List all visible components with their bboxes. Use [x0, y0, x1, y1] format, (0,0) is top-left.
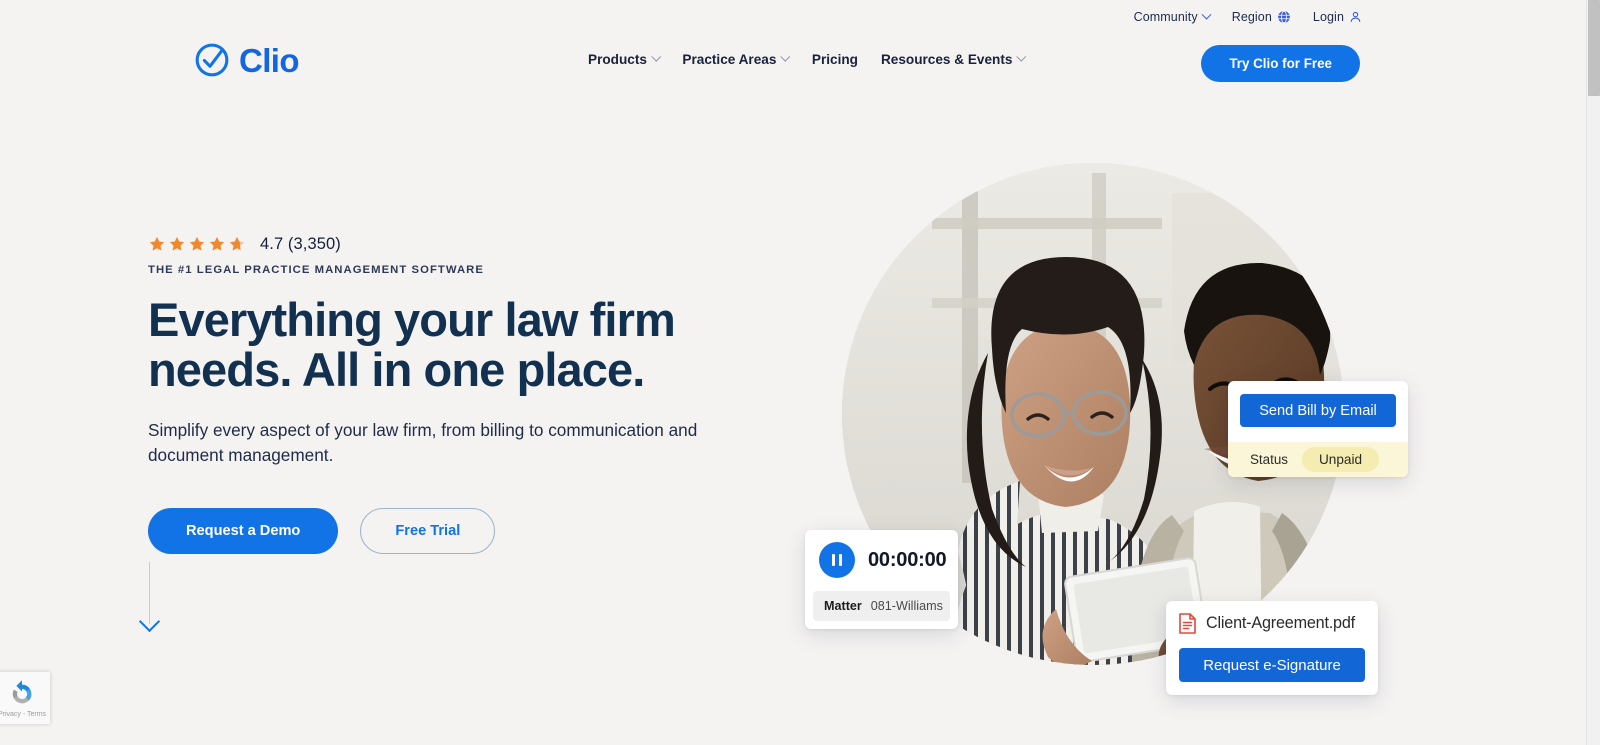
page-title: Everything your law firm needs. All in o…: [148, 293, 676, 397]
matter-row: Matter 081-Williams: [813, 591, 950, 621]
nav-item-resources-events[interactable]: Resources & Events: [880, 52, 1027, 67]
logo-wordmark: Clio: [239, 41, 300, 79]
nav-item-products[interactable]: Products: [588, 52, 661, 67]
vertical-scrollbar[interactable]: [1586, 0, 1600, 745]
clio-logo[interactable]: Clio: [194, 41, 300, 79]
clio-check-circle-icon: [194, 42, 230, 78]
rating-row: 4.7 (3,350): [148, 232, 788, 256]
site-header: Clio Products Practice Areas Pricing Res…: [0, 40, 1586, 88]
recaptcha-badge[interactable]: Privacy - Terms: [0, 672, 50, 724]
chevron-down-icon: [138, 610, 161, 633]
globe-icon: [1277, 10, 1291, 24]
main-navigation: Products Practice Areas Pricing Resource…: [588, 52, 1027, 67]
nav-item-label: Products: [588, 52, 647, 67]
recaptcha-icon: [7, 679, 37, 709]
request-a-demo-button[interactable]: Request a Demo: [148, 508, 339, 555]
matter-value: 081-Williams: [870, 599, 943, 613]
utility-item-region[interactable]: Region: [1232, 10, 1291, 24]
utility-item-label: Community: [1133, 10, 1198, 24]
document-row: Client-Agreement.pdf: [1179, 613, 1365, 634]
page-root: Community Region Login Clio Products Pra…: [0, 0, 1586, 745]
chevron-down-icon: [1201, 9, 1212, 20]
utility-item-community[interactable]: Community: [1133, 9, 1212, 24]
document-card: Client-Agreement.pdf Request e-Signature: [1166, 601, 1378, 695]
bill-status-row: Status Unpaid: [1228, 442, 1408, 477]
bill-status-label: Status: [1250, 452, 1288, 467]
star-rating: [148, 235, 246, 253]
status-badge: Unpaid: [1301, 447, 1380, 472]
pause-bar-right: [838, 554, 843, 566]
send-bill-card: Send Bill by Email Status Unpaid: [1228, 381, 1408, 477]
hero-buttons: Request a Demo Free Trial: [148, 508, 788, 555]
nav-item-label: Pricing: [811, 52, 858, 67]
try-clio-for-free-button[interactable]: Try Clio for Free: [1201, 45, 1360, 82]
user-icon: [1349, 10, 1362, 24]
pause-bar-left: [831, 554, 836, 566]
nav-item-practice-areas[interactable]: Practice Areas: [682, 52, 791, 67]
star-icon: [149, 236, 165, 251]
timer-value: 00:00:00: [868, 548, 947, 571]
timer-card: 00:00:00 Matter 081-Williams: [805, 530, 958, 629]
chevron-down-icon: [651, 52, 661, 62]
nav-item-label: Practice Areas: [682, 52, 777, 67]
hero-content: 4.7 (3,350) THE #1 LEGAL PRACTICE MANAGE…: [148, 232, 788, 555]
star-icon: [189, 236, 205, 251]
star-icon: [209, 236, 225, 251]
nav-item-label: Resources & Events: [880, 52, 1013, 67]
chevron-down-icon: [781, 52, 791, 62]
utility-bar: Community Region Login: [1133, 9, 1362, 24]
star-icon: [169, 236, 185, 251]
chevron-down-icon: [1017, 52, 1027, 62]
pdf-file-icon: [1179, 613, 1196, 634]
rating-value: 4.7 (3,350): [260, 234, 341, 253]
utility-item-login[interactable]: Login: [1313, 10, 1362, 24]
scrollbar-thumb[interactable]: [1588, 0, 1600, 96]
matter-label: Matter: [824, 599, 862, 613]
recaptcha-privacy-terms: Privacy - Terms: [0, 710, 47, 718]
request-e-signature-button[interactable]: Request e-Signature: [1179, 648, 1365, 682]
send-bill-by-email-button[interactable]: Send Bill by Email: [1240, 394, 1396, 427]
document-file-name: Client-Agreement.pdf: [1206, 614, 1355, 632]
hero-eyebrow: THE #1 LEGAL PRACTICE MANAGEMENT SOFTWAR…: [148, 264, 484, 276]
nav-item-pricing[interactable]: Pricing: [812, 52, 858, 67]
utility-item-label: Region: [1231, 10, 1272, 24]
hero-subhead: Simplify every aspect of your law firm, …: [148, 419, 698, 466]
star-icon-partial: [229, 236, 245, 251]
timer-row: 00:00:00: [805, 542, 958, 578]
pause-icon[interactable]: [819, 542, 855, 578]
free-trial-button[interactable]: Free Trial: [360, 508, 496, 555]
utility-item-label: Login: [1312, 10, 1344, 24]
scroll-down-indicator[interactable]: [138, 562, 166, 638]
